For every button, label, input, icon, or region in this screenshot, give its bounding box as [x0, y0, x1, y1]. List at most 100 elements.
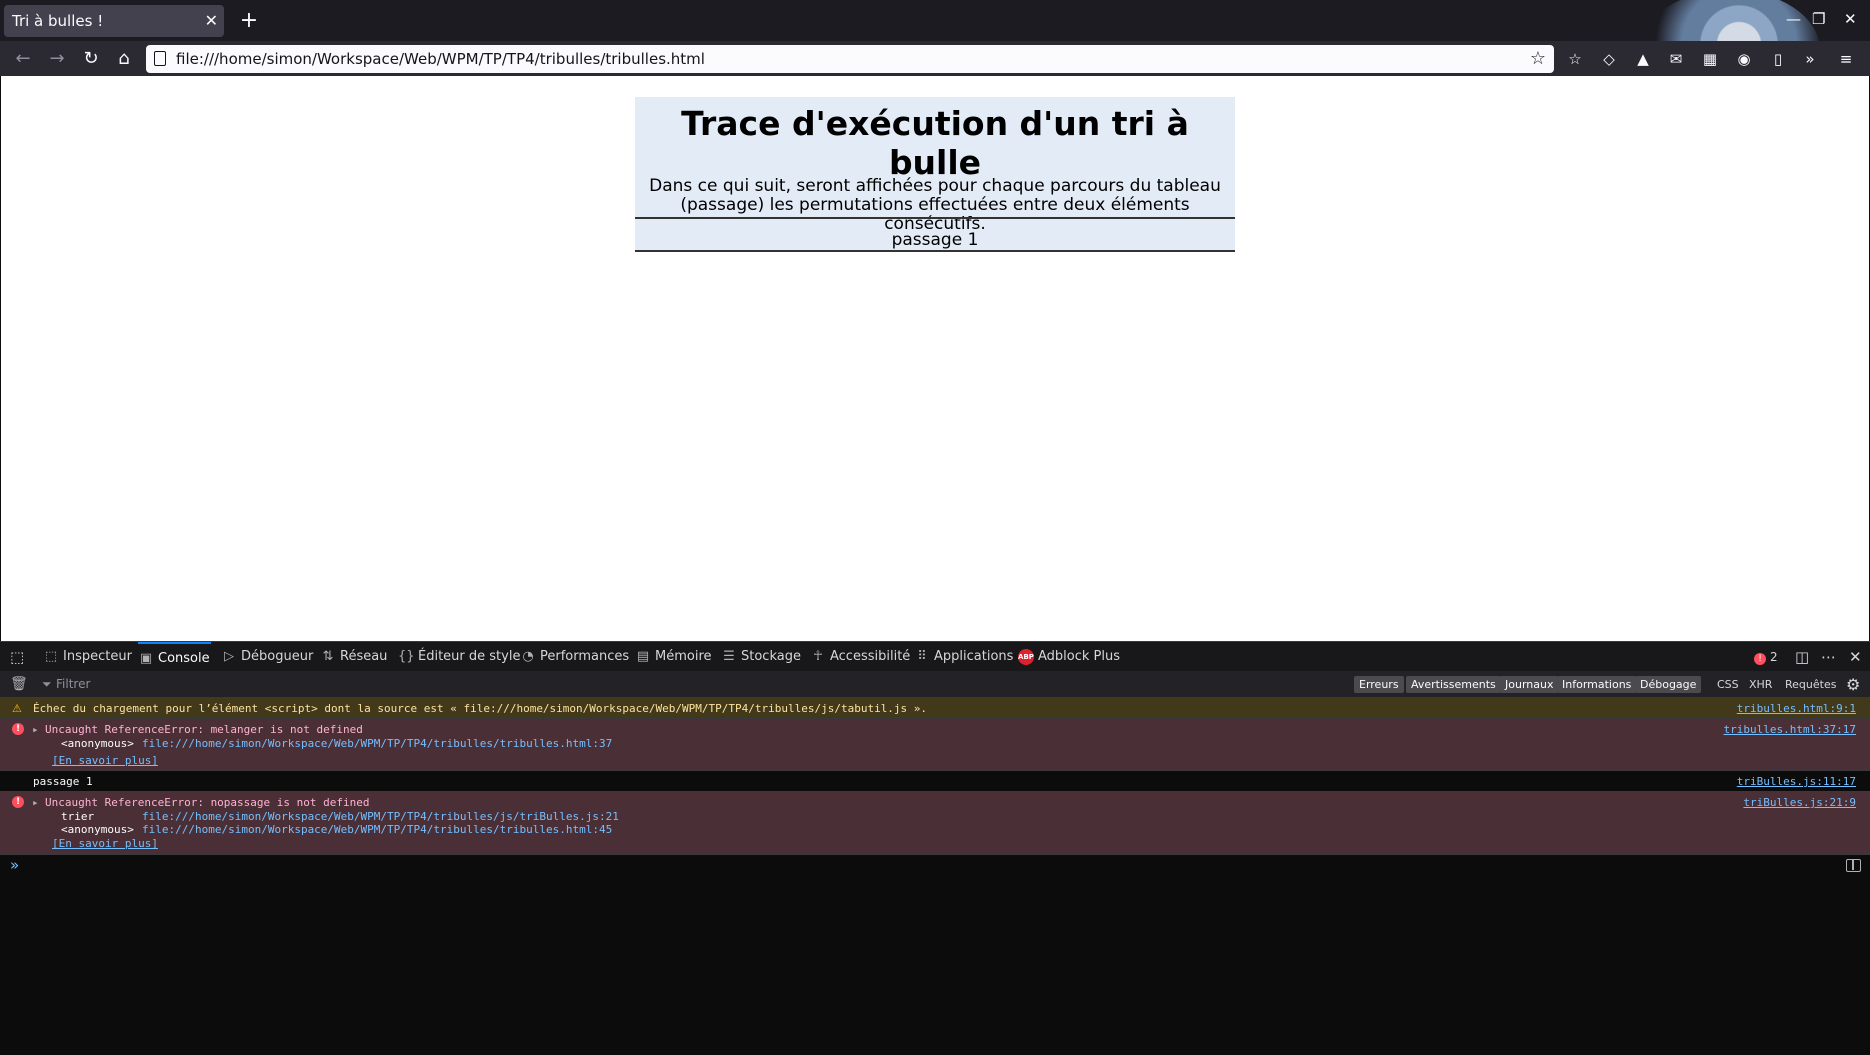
reading-list-icon[interactable]: ☆ — [1565, 49, 1585, 69]
tab-label: Réseau — [340, 649, 388, 664]
learn-more-link[interactable]: [En savoir plus] — [52, 837, 158, 850]
console-warning-message: ⚠ Échec du chargement pour l’élément <sc… — [0, 698, 1870, 719]
inspector-icon: ⬚ — [44, 649, 58, 664]
stack-frame-link[interactable]: file:///home/simon/Workspace/Web/WPM/TP/… — [142, 737, 612, 750]
page-icon — [154, 51, 166, 66]
filter-icon: ⏷ — [42, 677, 52, 691]
content-card: Trace d'exécution d'un tri à bulle Dans … — [635, 97, 1235, 252]
minimize-icon[interactable]: — — [1786, 10, 1801, 28]
page-viewport: Trace d'exécution d'un tri à bulle Dans … — [1, 76, 1869, 641]
filter-input[interactable]: ⏷ Filtrer — [40, 675, 440, 694]
console-error-message: ! ▸ Uncaught ReferenceError: melanger is… — [0, 719, 1870, 771]
memory-icon: ▤ — [636, 649, 650, 664]
console-error-message: ! ▸ Uncaught ReferenceError: nopassage i… — [0, 792, 1870, 855]
document-icon[interactable]: ▯ — [1768, 49, 1788, 69]
pass-label: passage 1 — [891, 230, 979, 250]
performance-icon: ◔ — [522, 649, 534, 664]
tab-editeur-de-style[interactable]: {} Éditeur de style — [398, 642, 520, 672]
tab-inspecteur[interactable]: ⬚ Inspecteur — [43, 642, 132, 672]
element-picker-icon[interactable]: ⬚ — [10, 642, 24, 672]
tab-label: Performances — [540, 649, 630, 664]
close-tab-icon[interactable]: ✕ — [205, 5, 218, 37]
video-icon[interactable]: ◉ — [1734, 49, 1754, 69]
console-settings-gear-icon[interactable]: ⚙ — [1846, 675, 1860, 694]
stack-frame-link[interactable]: file:///home/simon/Workspace/Web/WPM/TP/… — [142, 810, 619, 823]
storage-icon: ☰ — [723, 649, 735, 664]
intro-text: Dans ce qui suit, seront affichées pour … — [635, 177, 1235, 234]
filter-debogage[interactable]: Débogage — [1635, 676, 1702, 693]
tab-applications[interactable]: ⠿ Applications — [914, 642, 1013, 672]
filter-xhr[interactable]: XHR — [1749, 676, 1772, 693]
intro-line-1: Dans ce qui suit, seront affichées pour … — [649, 176, 1221, 196]
overflow-icon[interactable]: » — [1800, 49, 1820, 69]
tab-accessibilite[interactable]: ☥ Accessibilité — [810, 642, 910, 672]
reload-icon[interactable]: ↻ — [78, 46, 104, 72]
clear-console-icon[interactable]: 🗑 — [10, 676, 28, 692]
back-icon[interactable]: ← — [10, 46, 36, 72]
tab-stockage[interactable]: ☰ Stockage — [721, 642, 801, 672]
tab-label: Stockage — [741, 649, 801, 664]
tab-adblock-plus[interactable]: ABP Adblock Plus — [1018, 642, 1120, 672]
error-count-badge[interactable]: ! 2 — [1754, 642, 1778, 672]
filter-requetes[interactable]: Requêtes — [1785, 676, 1836, 693]
browser-tab[interactable]: Tri à bulles ! ✕ — [4, 5, 224, 37]
mail-icon[interactable]: ✉ — [1666, 49, 1686, 69]
error-source-link[interactable]: tribulles.html:37:17 — [1724, 723, 1856, 736]
restore-icon[interactable]: ❐ — [1812, 10, 1825, 28]
warning-text: Échec du chargement pour l’élément <scri… — [33, 702, 928, 715]
url-bar[interactable]: file:///home/simon/Workspace/Web/WPM/TP/… — [146, 45, 1554, 73]
applications-icon: ⠿ — [917, 649, 927, 664]
tab-label: Mémoire — [655, 649, 712, 664]
stack-frame-link[interactable]: file:///home/simon/Workspace/Web/WPM/TP/… — [142, 823, 612, 836]
tab-reseau[interactable]: ⇅ Réseau — [320, 642, 388, 672]
stack-frame-name: <anonymous> — [61, 823, 134, 836]
filter-erreurs[interactable]: Erreurs — [1354, 676, 1404, 693]
tab-debogueur[interactable]: ▷ Débogueur — [221, 642, 313, 672]
filter-journaux[interactable]: Journaux — [1500, 676, 1559, 693]
error-icon: ! — [12, 796, 24, 808]
error-text: Uncaught ReferenceError: nopassage is no… — [45, 796, 370, 809]
home-icon[interactable]: ⌂ — [111, 46, 137, 72]
close-window-icon[interactable]: ✕ — [1844, 10, 1857, 28]
log-text: passage 1 — [33, 775, 93, 788]
filter-informations[interactable]: Informations — [1557, 676, 1637, 693]
forward-icon[interactable]: → — [44, 46, 70, 72]
close-devtools-icon[interactable]: ✕ — [1849, 642, 1862, 672]
expand-triangle-icon[interactable]: ▸ — [32, 723, 39, 736]
devtools-toolbar: ⬚ ⬚ Inspecteur ▣ Console ▷ Débogueur ⇅ R… — [0, 641, 1870, 671]
url-text: file:///home/simon/Workspace/Web/WPM/TP/… — [176, 50, 705, 68]
error-icon: ! — [12, 723, 24, 735]
tab-label: Console — [158, 651, 210, 666]
calendar-icon[interactable]: ▦ — [1700, 49, 1720, 69]
error-text: Uncaught ReferenceError: melanger is not… — [45, 723, 363, 736]
error-count: 2 — [1770, 650, 1778, 664]
console-prompt-icon[interactable]: » — [10, 856, 19, 874]
dock-side-icon[interactable]: ◫ — [1795, 642, 1809, 672]
tab-performances[interactable]: ◔ Performances — [520, 642, 629, 672]
intro-line-2: (passage) les permutations effectuées en… — [680, 195, 1190, 234]
tab-bar: Tri à bulles ! ✕ + — ❐ ✕ — [0, 0, 1870, 110]
pocket-icon[interactable]: ◇ — [1599, 49, 1619, 69]
new-tab-button[interactable]: + — [234, 5, 264, 37]
page-title: Trace d'exécution d'un tri à bulle — [681, 104, 1189, 182]
menu-icon[interactable]: ≡ — [1836, 49, 1856, 69]
multiline-editor-toggle-icon[interactable] — [1846, 859, 1861, 872]
warning-source-link[interactable]: tribulles.html:9:1 — [1737, 702, 1856, 715]
error-source-link[interactable]: triBulles.js:21:9 — [1743, 796, 1856, 809]
adblock-plus-icon: ABP — [1018, 649, 1034, 665]
bookmark-star-icon[interactable]: ☆ — [1530, 45, 1546, 73]
tab-console[interactable]: ▣ Console — [138, 642, 211, 672]
tab-memoire[interactable]: ▤ Mémoire — [635, 642, 712, 672]
tab-label: Débogueur — [241, 649, 314, 664]
log-source-link[interactable]: triBulles.js:11:17 — [1737, 775, 1856, 788]
stack-frame-name: trier — [61, 810, 95, 823]
more-options-icon[interactable]: ⋯ — [1821, 642, 1836, 672]
filter-css[interactable]: CSS — [1717, 676, 1739, 693]
console-output: ⚠ Échec du chargement pour l’élément <sc… — [0, 698, 1870, 1055]
expand-triangle-icon[interactable]: ▸ — [32, 796, 39, 809]
learn-more-link[interactable]: [En savoir plus] — [52, 754, 158, 767]
debugger-icon: ▷ — [224, 649, 234, 664]
style-editor-icon: {} — [398, 649, 415, 664]
extension-icon[interactable]: ▲ — [1633, 49, 1653, 69]
filter-avertissements[interactable]: Avertissements — [1406, 676, 1501, 693]
